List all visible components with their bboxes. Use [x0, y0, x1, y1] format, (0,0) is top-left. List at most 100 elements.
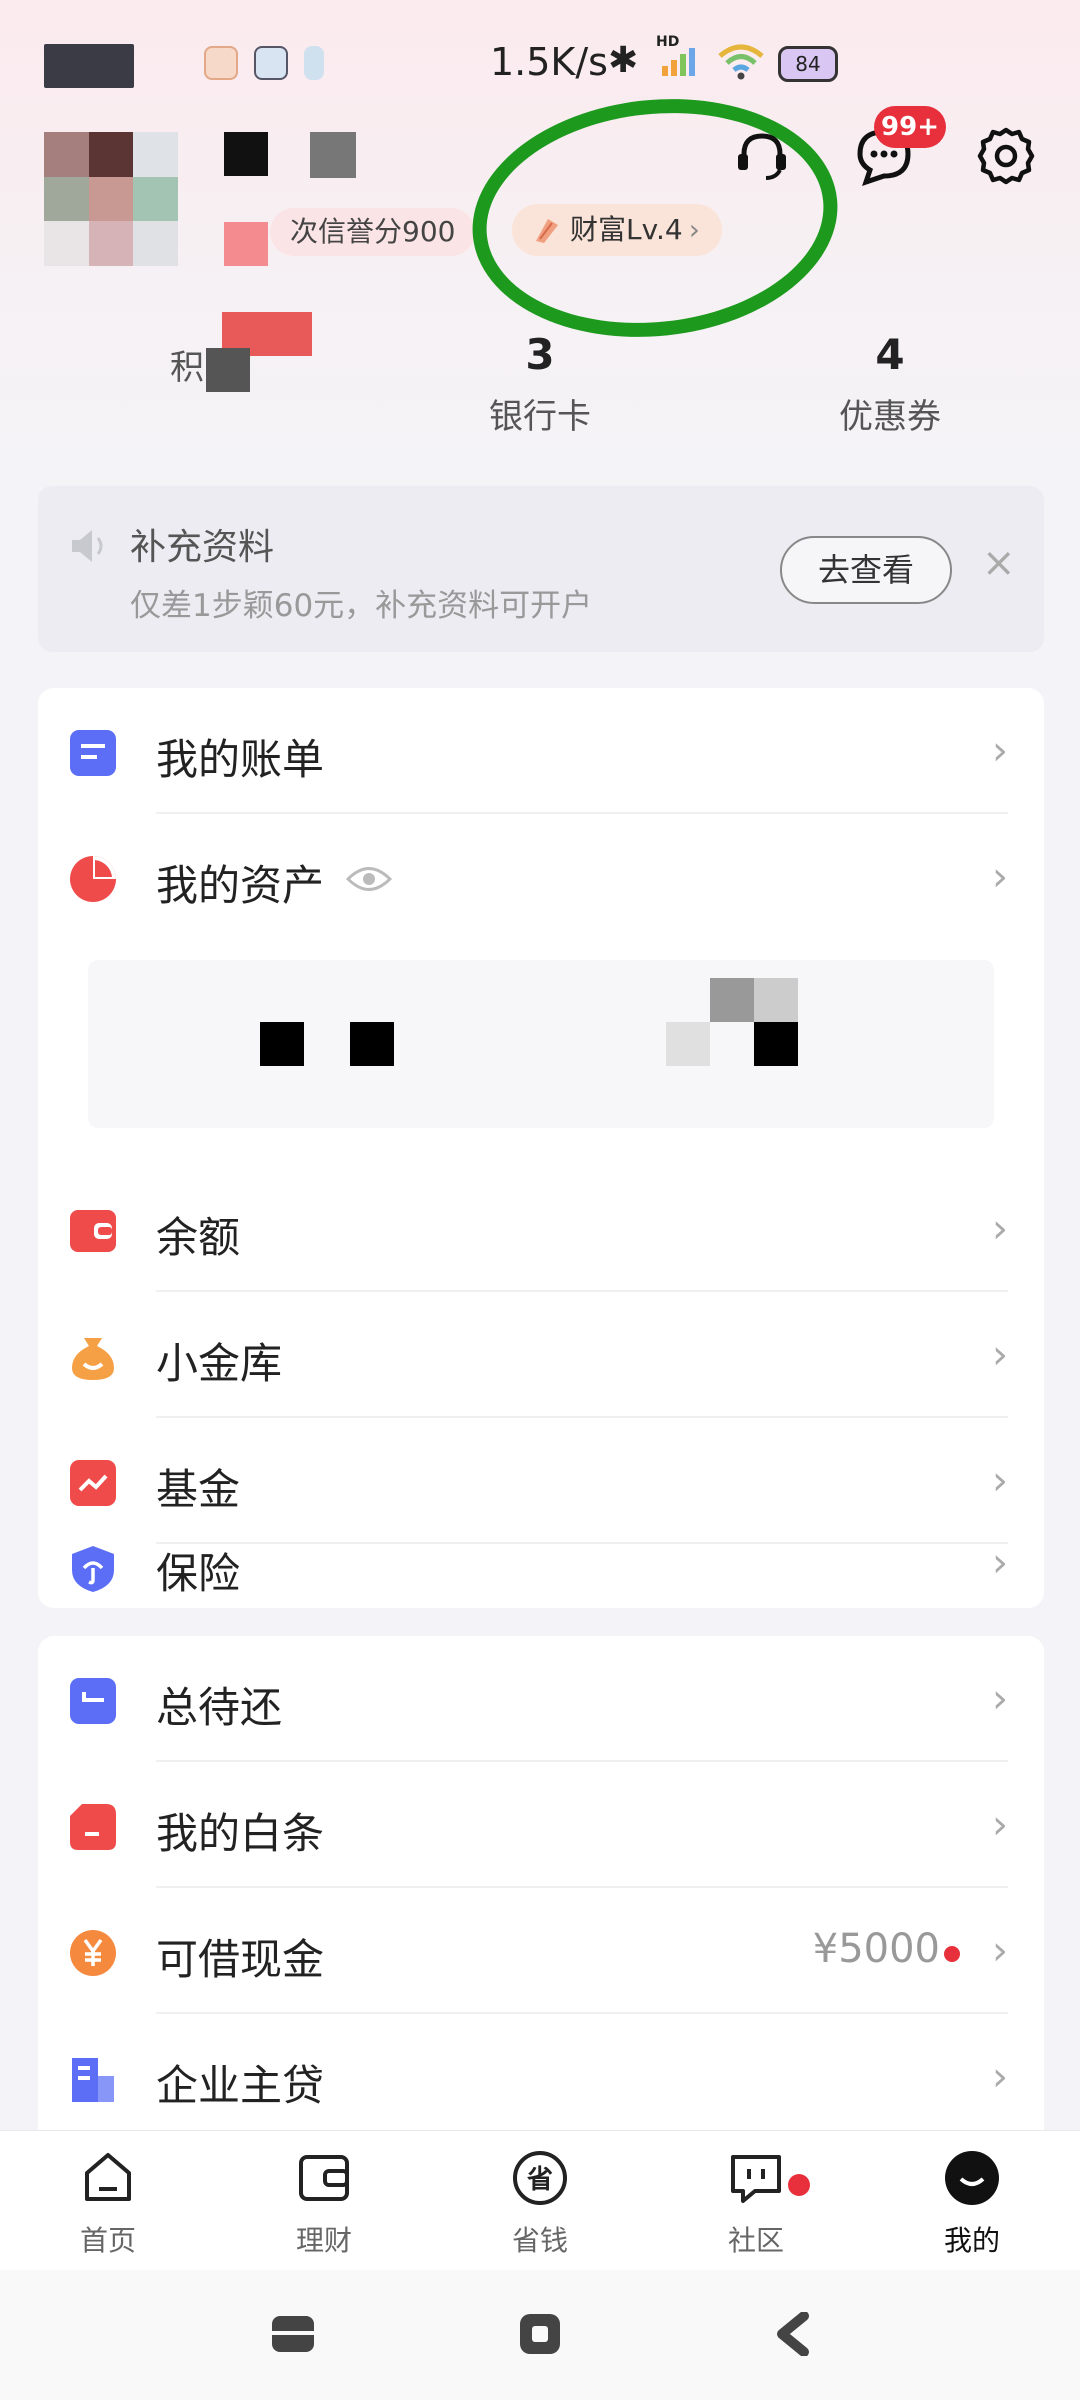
stat-coupons[interactable]: 4 优惠券 [770, 330, 1010, 438]
tab-label: 社区 [727, 2224, 784, 2257]
home-button-icon[interactable] [518, 2312, 562, 2356]
red-dot-indicator [944, 1946, 960, 1962]
bill-icon [70, 730, 116, 776]
baitiao-icon [70, 1804, 116, 1850]
redacted-block [666, 1022, 710, 1066]
stat-label: 积 [170, 348, 204, 388]
shield-icon [72, 1546, 114, 1592]
menu-item-label: 我的账单 [156, 735, 325, 784]
menu-item-label: 基金 [156, 1465, 241, 1514]
menu-item-label: 余额 [156, 1213, 241, 1262]
tab-mine[interactable]: 我的 [902, 2149, 1042, 2259]
tab-finance[interactable]: 理财 [254, 2149, 394, 2259]
go-view-button[interactable]: 去查看 [780, 536, 952, 604]
chevron-right-icon: › [992, 1540, 1008, 1586]
menu-item-business-loan[interactable]: 企业主贷 › [38, 2014, 1044, 2140]
redacted-block [710, 978, 754, 1022]
avatar[interactable] [44, 132, 178, 266]
redacted-block [206, 347, 250, 392]
tab-save-money[interactable]: 省 省钱 [470, 2149, 610, 2259]
tab-label: 省钱 [511, 2224, 568, 2257]
building-icon [72, 2058, 114, 2102]
battery-icon: 84 [778, 46, 838, 82]
menu-item-insurance[interactable]: 保险 › [38, 1540, 1044, 1608]
community-notification-dot [788, 2174, 810, 2196]
system-navigation-bar [0, 2270, 1080, 2400]
credit-score-pill[interactable]: 次信誉分900 [270, 208, 476, 256]
menu-item-total-repay[interactable]: 总待还 › [38, 1636, 1044, 1762]
stat-label: 优惠券 [839, 397, 941, 437]
message-badge: 99+ [874, 106, 946, 148]
chevron-right-icon: › [992, 1332, 1008, 1378]
save-money-icon: 省 [513, 2151, 567, 2205]
menu-item-cash-loan[interactable]: 可借现金 ¥5000 › [38, 1888, 1044, 2014]
credit-card-section: 总待还 › 我的白条 › 可借现金 ¥5000 › 企业主贷 › [38, 1636, 1044, 2156]
chevron-right-icon: › [992, 1206, 1008, 1252]
tab-home[interactable]: 首页 [38, 2149, 178, 2259]
stat-points[interactable]: 积 [90, 330, 330, 392]
banner-subtitle: 仅差1步颖60元，补充资料可开户 [130, 588, 593, 624]
menu-item-label: 我的资产 [156, 861, 325, 910]
menu-item-label: 我的白条 [156, 1809, 325, 1858]
chevron-right-icon: › [992, 1928, 1008, 1974]
redacted-block [224, 222, 268, 266]
app-notification-icon [204, 46, 238, 80]
menu-item-label: 保险 [156, 1549, 241, 1598]
chevron-right-icon: › [992, 1676, 1008, 1722]
money-bag-icon [72, 1338, 114, 1380]
user-name-redacted [310, 132, 356, 178]
status-blurred-time [44, 44, 134, 88]
tab-label: 首页 [79, 2224, 136, 2257]
menu-item-baitiao[interactable]: 我的白条 › [38, 1762, 1044, 1888]
wifi-icon [718, 44, 764, 80]
stat-value: 4 [875, 330, 905, 379]
menu-item-fund[interactable]: 基金 › [38, 1418, 1044, 1544]
chevron-right-icon: › [992, 1458, 1008, 1504]
menu-item-label: 小金库 [156, 1339, 283, 1388]
app-notification-icon [254, 46, 288, 80]
yuan-coin-icon [70, 1930, 116, 1976]
redacted-block [350, 1022, 394, 1066]
tab-label: 我的 [943, 2224, 1000, 2257]
menu-item-balance[interactable]: 余额 › [38, 1166, 1044, 1292]
user-name-redacted [224, 132, 268, 176]
pie-chart-icon [70, 856, 116, 902]
fund-trend-icon [70, 1460, 116, 1506]
repay-icon [70, 1678, 116, 1724]
close-icon[interactable]: × [982, 540, 1016, 586]
redacted-block [260, 1022, 304, 1066]
menu-item-vault[interactable]: 小金库 › [38, 1292, 1044, 1418]
settings-gear-icon[interactable] [974, 124, 1038, 188]
back-button-icon[interactable] [774, 2312, 810, 2356]
stat-bank-cards[interactable]: 3 银行卡 [420, 330, 660, 438]
menu-item-label: 企业主贷 [156, 2061, 325, 2110]
eye-icon[interactable] [346, 864, 392, 894]
tab-community[interactable]: 社区 [686, 2149, 826, 2259]
chevron-right-icon: › [992, 2054, 1008, 2100]
speaker-icon [72, 530, 103, 562]
tab-label: 理财 [295, 2224, 352, 2257]
chevron-right-icon: › [992, 728, 1008, 774]
app-notification-icon [304, 46, 324, 80]
menu-item-bill[interactable]: 我的账单 › [38, 688, 1044, 814]
profile-completion-banner: 补充资料 仅差1步颖60元，补充资料可开户 去查看 × [38, 486, 1044, 652]
menu-item-assets[interactable]: 我的资产 › [38, 814, 1044, 940]
bluetooth-icon: ✱ [608, 40, 639, 81]
redacted-block [754, 978, 798, 1022]
redacted-block [754, 1022, 798, 1066]
assets-card: 我的账单 › 我的资产 › 余额 › 小金库 › 基金 › 保险 › [38, 688, 1044, 1608]
chevron-right-icon: › [992, 854, 1008, 900]
wallet-icon [70, 1210, 116, 1252]
recent-apps-icon[interactable] [270, 2312, 316, 2356]
assets-summary-redacted [88, 960, 994, 1128]
customer-service-icon[interactable] [730, 124, 794, 188]
svg-text:省: 省 [526, 2165, 553, 2195]
cash-limit-value: ¥5000 [812, 1926, 940, 1972]
chevron-right-icon: › [992, 1802, 1008, 1848]
community-chat-icon [731, 2155, 781, 2203]
status-bar: 1.5K/s ✱ HD 84 [0, 30, 1080, 100]
wallet-icon [299, 2155, 349, 2201]
network-speed: 1.5K/s [490, 40, 608, 84]
stat-label: 银行卡 [489, 397, 591, 437]
menu-item-label: 可借现金 [156, 1935, 325, 1984]
